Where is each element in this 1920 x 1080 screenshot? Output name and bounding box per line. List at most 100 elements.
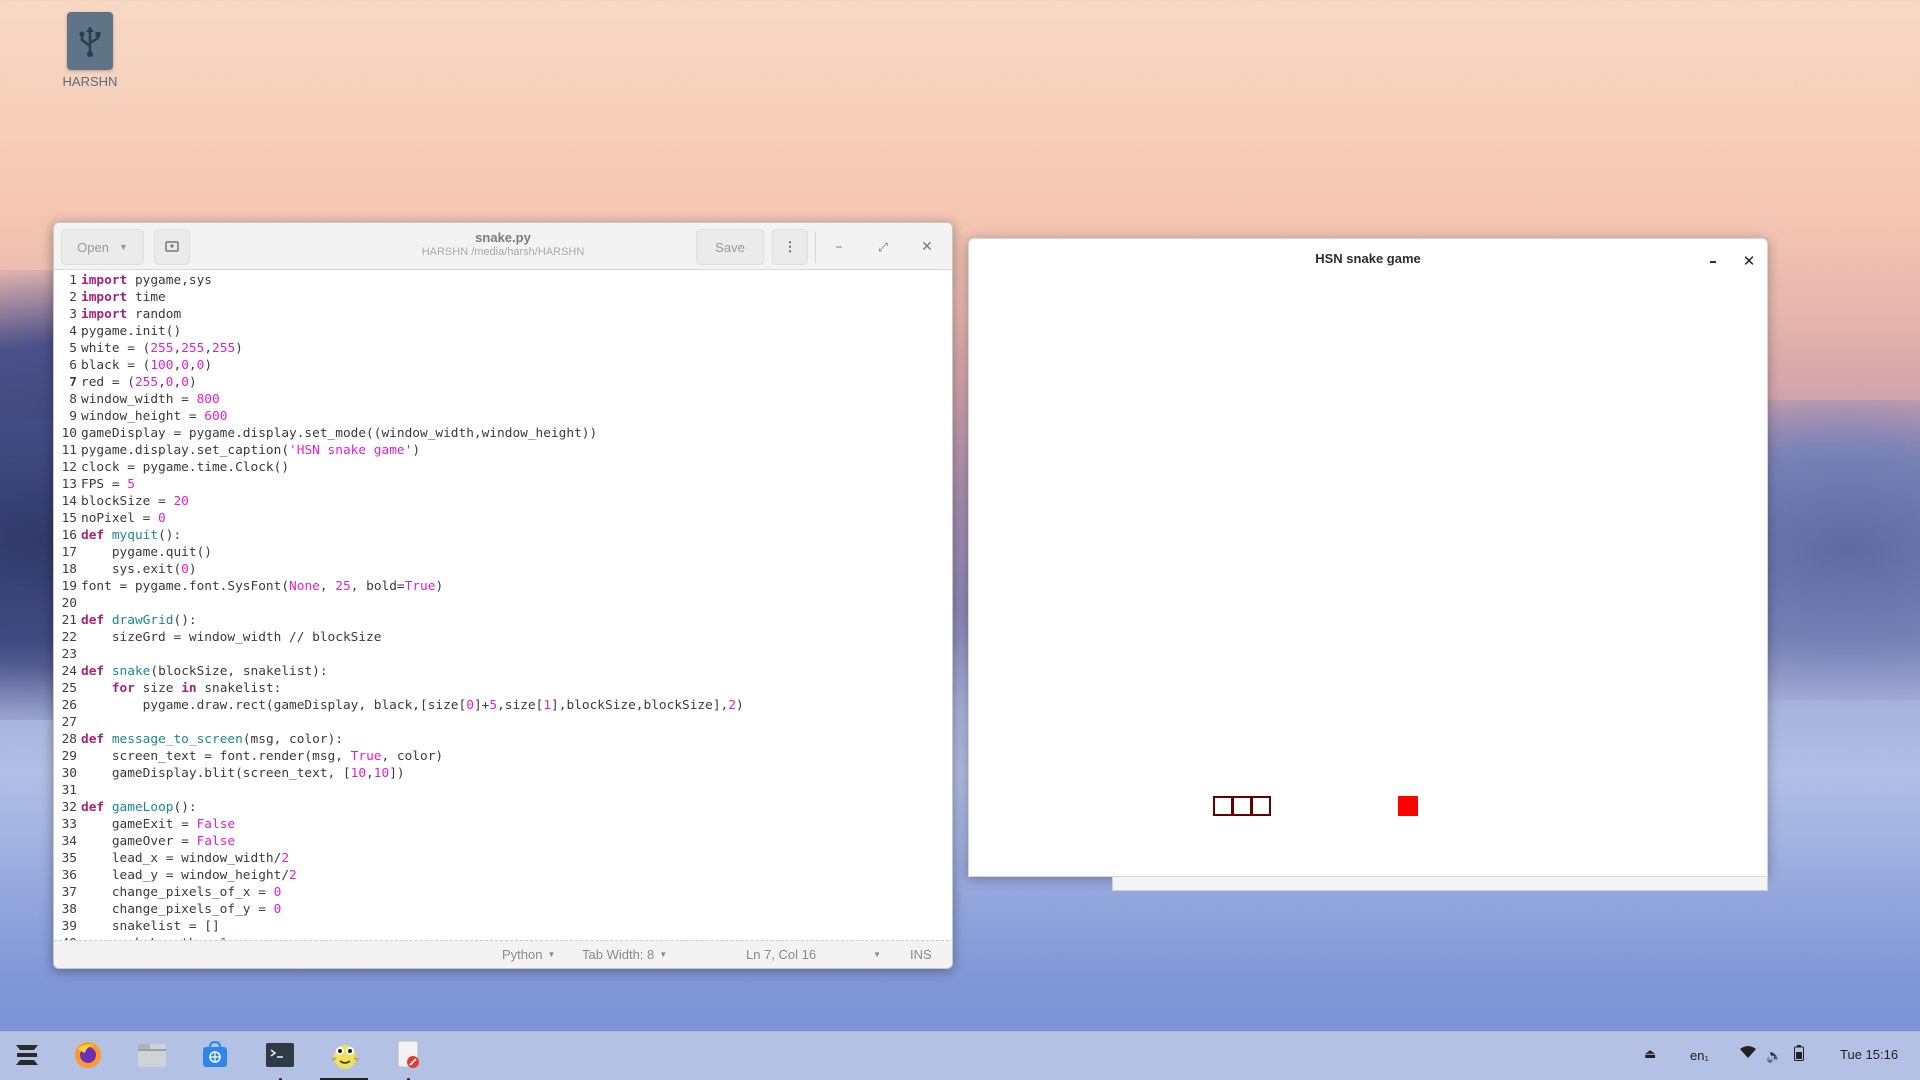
line-source: snakelist = [] <box>81 919 220 934</box>
code-line: 6 black = (100,0,0) <box>54 357 952 374</box>
firefox-button[interactable] <box>70 1039 106 1075</box>
line-number: 23 <box>61 647 77 662</box>
software-store-button[interactable] <box>197 1039 233 1075</box>
keyboard-layout[interactable]: en₁ <box>1690 1048 1709 1063</box>
language-selector[interactable]: Python ▼ <box>502 947 555 962</box>
line-number: 32 <box>61 800 77 815</box>
line-source: pygame.draw.rect(gameDisplay, black,[siz… <box>81 698 744 713</box>
maximize-button[interactable]: ⤢ <box>869 233 897 261</box>
line-number: 22 <box>61 630 77 645</box>
code-line: 11 pygame.display.set_caption('HSN snake … <box>54 442 952 459</box>
code-line: 22 sizeGrd = window_width // blockSize <box>54 629 952 646</box>
code-line: 20 <box>54 595 952 612</box>
line-source: window_height = 600 <box>81 409 228 424</box>
files-button[interactable] <box>134 1039 170 1075</box>
code-line: 4 pygame.init() <box>54 323 952 340</box>
close-button[interactable]: ✕ <box>1737 249 1761 273</box>
code-line: 14 blockSize = 20 <box>54 493 952 510</box>
code-line: 3 import random <box>54 306 952 323</box>
line-number: 4 <box>69 324 77 339</box>
line-source: for size in snakelist: <box>111 681 282 696</box>
tab-width-label: Tab Width: 8 <box>582 947 655 962</box>
code-line: 1 import pygame,sys <box>54 272 952 289</box>
battery-icon <box>1794 1045 1804 1064</box>
line-number: 9 <box>69 409 77 424</box>
line-number: 13 <box>61 477 77 492</box>
line-source: import time <box>81 290 166 305</box>
files-icon <box>137 1041 167 1073</box>
code-line: 7 red = (255,0,0) <box>54 374 952 391</box>
save-label: Save <box>715 239 745 255</box>
code-line: 16 def myquit(): <box>54 527 952 544</box>
terminal-button[interactable] <box>262 1039 298 1075</box>
line-source: import pygame,sys <box>81 273 212 288</box>
line-source: change_pixels_of_x = 0 <box>81 885 282 900</box>
game-window-title: HSN snake game <box>1315 251 1421 266</box>
open-button[interactable]: Open ▼ <box>61 229 144 265</box>
line-number: 6 <box>69 358 77 373</box>
tab-width-selector[interactable]: Tab Width: 8 ▼ <box>582 947 667 962</box>
snake-segment <box>1232 796 1252 816</box>
wifi-button[interactable] <box>1740 1045 1756 1062</box>
code-line: 5 white = (255,255,255) <box>54 340 952 357</box>
minimize-button[interactable]: – <box>1701 249 1725 273</box>
line-source: import random <box>81 307 182 322</box>
drive-label: HARSHN <box>62 74 118 89</box>
zorin-menu-button[interactable] <box>9 1039 45 1075</box>
new-document-button[interactable] <box>154 229 190 265</box>
desktop-drive[interactable]: HARSHN <box>56 12 124 89</box>
menu-button[interactable]: ⋮ <box>772 229 808 265</box>
code-line: 30 gameDisplay.blit(screen_text, [10,10]… <box>54 765 952 782</box>
line-number: 28 <box>61 732 77 747</box>
editor-headerbar: Open ▼ snake.py HARSHN /media/harsh/HARS… <box>54 223 952 270</box>
line-number: 5 <box>69 341 77 356</box>
snake-game-window: HSN snake game – ✕ <box>968 238 1768 877</box>
line-source: pygame.init() <box>81 324 182 339</box>
volume-button[interactable]: 🔈 <box>1766 1048 1782 1064</box>
game-canvas[interactable] <box>969 283 1767 876</box>
chevron-down-icon: ▼ <box>118 242 128 252</box>
code-line: 18 sys.exit(0) <box>54 561 952 578</box>
code-view[interactable]: 1 import pygame,sys 2 import time 3 import ra… <box>54 271 952 941</box>
code-line: 34 gameOver = False <box>54 833 952 850</box>
line-number: 29 <box>61 749 77 764</box>
close-button[interactable]: ✕ <box>913 233 941 261</box>
code-line: 36 lead_y = window_height/2 <box>54 867 952 884</box>
line-source: def gameLoop(): <box>81 800 197 815</box>
pygame-button[interactable] <box>325 1039 365 1075</box>
open-label: Open <box>77 239 109 255</box>
cursor-position[interactable]: Ln 7, Col 16 ▼ <box>746 947 881 962</box>
kebab-menu-icon: ⋮ <box>783 239 797 254</box>
line-number: 27 <box>61 715 77 730</box>
code-line: 33 gameExit = False <box>54 816 952 833</box>
code-line: 12 clock = pygame.time.Clock() <box>54 459 952 476</box>
line-source: lead_y = window_height/2 <box>81 868 297 883</box>
line-source: gameExit = False <box>81 817 236 832</box>
line-number: 31 <box>61 783 77 798</box>
code-line: 26 pygame.draw.rect(gameDisplay, black,[… <box>54 697 952 714</box>
insert-mode: INS <box>910 947 932 962</box>
code-line: 39 snakelist = [] <box>54 918 952 935</box>
clock[interactable]: Tue 15:16 <box>1840 1047 1898 1062</box>
save-button[interactable]: Save <box>696 229 764 265</box>
eject-button[interactable]: ⏏ <box>1644 1046 1656 1062</box>
line-number: 8 <box>69 392 77 407</box>
code-line: 19 font = pygame.font.SysFont(None, 25, b… <box>54 578 952 595</box>
line-number: 26 <box>61 698 77 713</box>
minimize-button[interactable]: – <box>825 233 853 261</box>
text-editor-button[interactable] <box>390 1039 426 1075</box>
line-source: pygame.quit() <box>81 545 212 560</box>
volume-icon: 🔈 <box>1766 1048 1783 1063</box>
line-source: gameDisplay.blit(screen_text, [10,10]) <box>81 766 405 781</box>
code-line: 15 noPixel = 0 <box>54 510 952 527</box>
line-number: 35 <box>61 851 77 866</box>
line-number: 30 <box>61 766 77 781</box>
battery-button[interactable] <box>1794 1045 1804 1064</box>
line-number: 2 <box>69 290 77 305</box>
line-number: 33 <box>61 817 77 832</box>
line-number: 39 <box>61 919 77 934</box>
line-number: 38 <box>61 902 77 917</box>
line-number: 20 <box>61 596 77 611</box>
line-source: lead_x = window_width/2 <box>81 851 290 866</box>
line-number: 21 <box>61 613 77 628</box>
